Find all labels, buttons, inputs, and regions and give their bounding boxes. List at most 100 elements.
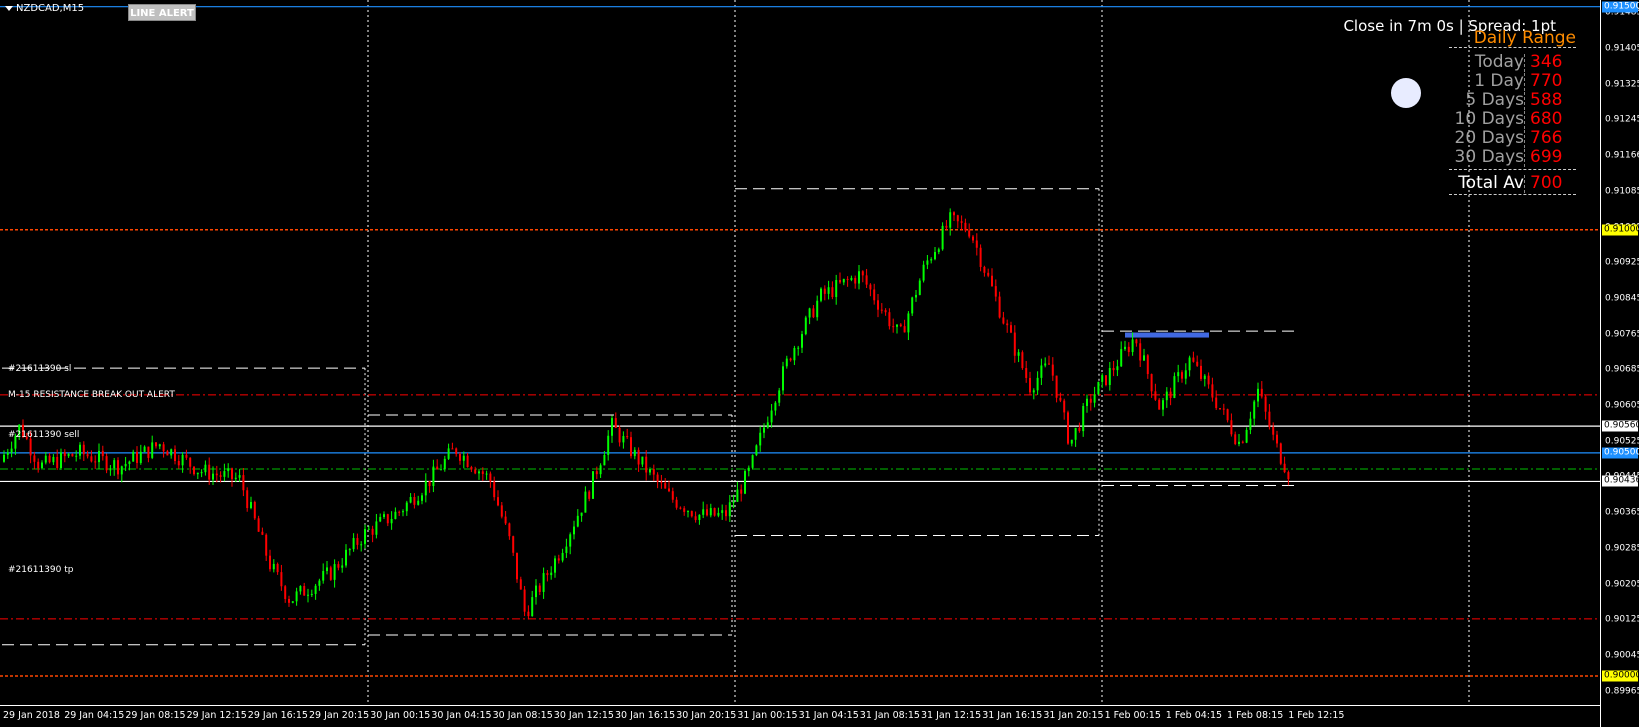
candle-body	[911, 297, 914, 314]
candle-body	[668, 488, 670, 492]
time-tick-label: 1 Feb 12:15	[1288, 710, 1345, 721]
candle-body	[953, 212, 955, 216]
candle-body	[1078, 427, 1081, 432]
range-label: 30 Days	[1454, 147, 1524, 167]
candle-body	[1063, 400, 1066, 413]
candle-body	[322, 571, 325, 581]
time-tick-label: 30 Jan 20:15	[676, 710, 737, 721]
candle-body	[257, 518, 260, 532]
symbol-label[interactable]: NZDCAD,M15	[5, 3, 84, 14]
candle-body	[303, 586, 306, 596]
price-tick-label: 0.90525	[1605, 436, 1639, 447]
candle-body	[462, 455, 465, 461]
candle-body	[307, 594, 309, 596]
candle-body	[440, 469, 442, 471]
time-tick-label: 30 Jan 16:15	[615, 710, 676, 721]
candle-body	[1131, 339, 1134, 353]
candle-body	[337, 564, 340, 568]
candle-body	[671, 491, 674, 500]
candle-body	[1135, 339, 1138, 344]
take-profit-label: #21611390 tp	[8, 565, 74, 575]
time-tick-label: 29 Jan 16:15	[247, 710, 308, 721]
candle-body	[219, 475, 222, 477]
candle-body	[451, 448, 454, 450]
candle-body	[489, 473, 492, 482]
candle-body	[318, 580, 321, 586]
time-tick-label: 1 Feb 00:15	[1104, 710, 1161, 721]
line-alert-button[interactable]: LINE ALERT	[128, 4, 196, 21]
price-chart[interactable]: NZDCAD,M15 LINE ALERT Close in 7m 0s | S…	[0, 0, 1600, 705]
candle-body	[1150, 374, 1153, 392]
price-tick-label: 0.90045	[1605, 650, 1639, 661]
candle-body	[94, 461, 97, 463]
candle-body	[1196, 361, 1199, 366]
candle-body	[736, 489, 739, 502]
candle-body	[576, 515, 579, 527]
candle-body	[208, 464, 211, 480]
candle-body	[949, 212, 952, 228]
candle-body	[109, 468, 112, 471]
candle-body	[1169, 391, 1172, 398]
candle-body	[1127, 346, 1130, 353]
candle-body	[364, 528, 366, 545]
candle-body	[174, 449, 176, 461]
candle-body	[964, 222, 967, 231]
candle-body	[523, 589, 526, 612]
range-value: 699	[1530, 147, 1563, 167]
candle-body	[265, 534, 268, 556]
price-tick-label: 0.91405	[1605, 43, 1639, 54]
candle-body	[242, 475, 245, 491]
candle-body	[1283, 463, 1286, 473]
candle-body	[402, 511, 404, 513]
candle-body	[1276, 434, 1278, 444]
candle-body	[215, 473, 218, 476]
candle-body	[299, 586, 302, 592]
candle-body	[1089, 398, 1092, 403]
candle-body	[630, 437, 632, 457]
candle-body	[1188, 357, 1191, 371]
candle-body	[713, 508, 716, 516]
price-level-tag: 0.90560	[1602, 420, 1639, 432]
candle-body	[288, 598, 290, 603]
candle-body	[204, 464, 207, 473]
candle-body	[500, 505, 503, 517]
candle-body	[945, 225, 948, 228]
candle-body	[854, 277, 857, 284]
candle-body	[56, 456, 59, 469]
candle-body	[846, 278, 849, 280]
candle-body	[588, 491, 591, 499]
candle-body	[421, 495, 423, 501]
candle-body	[592, 471, 594, 499]
candle-body	[428, 480, 431, 487]
candle-body	[1234, 434, 1237, 444]
range-label: 10 Days	[1454, 109, 1524, 129]
candle-body	[1226, 409, 1229, 421]
candle-body	[310, 593, 313, 595]
candle-body	[424, 480, 427, 496]
candle-body	[1287, 472, 1290, 480]
candle-body	[706, 509, 708, 516]
candle-body	[831, 287, 834, 297]
candle-body	[1268, 411, 1271, 427]
candle-body	[861, 271, 864, 276]
candle-body	[1093, 394, 1096, 403]
candle-body	[82, 444, 85, 455]
candle-body	[979, 247, 982, 267]
candle-body	[835, 280, 838, 297]
candlestick-chart[interactable]	[0, 0, 1600, 705]
candle-body	[139, 451, 142, 463]
candle-body	[443, 458, 446, 470]
daily-range-total: Total Av 700	[1420, 173, 1576, 193]
candle-body	[485, 473, 488, 475]
candle-body	[516, 552, 518, 580]
time-tick-label: 30 Jan 08:15	[492, 710, 553, 721]
daily-range-divider	[1449, 47, 1576, 48]
candle-body	[956, 215, 959, 222]
price-tick-label: 0.90605	[1605, 400, 1639, 411]
candle-body	[1165, 391, 1168, 401]
candle-body	[1082, 405, 1085, 432]
candle-body	[918, 280, 921, 295]
time-axis[interactable]: 29 Jan 2018 29 Jan 04:15 29 Jan 08:15 29 Ja…	[0, 705, 1600, 727]
price-axis[interactable]: 0.91485 0.91405 0.91325 0.91245 0.91166 0.910…	[1600, 0, 1639, 727]
candle-body	[1051, 364, 1054, 376]
